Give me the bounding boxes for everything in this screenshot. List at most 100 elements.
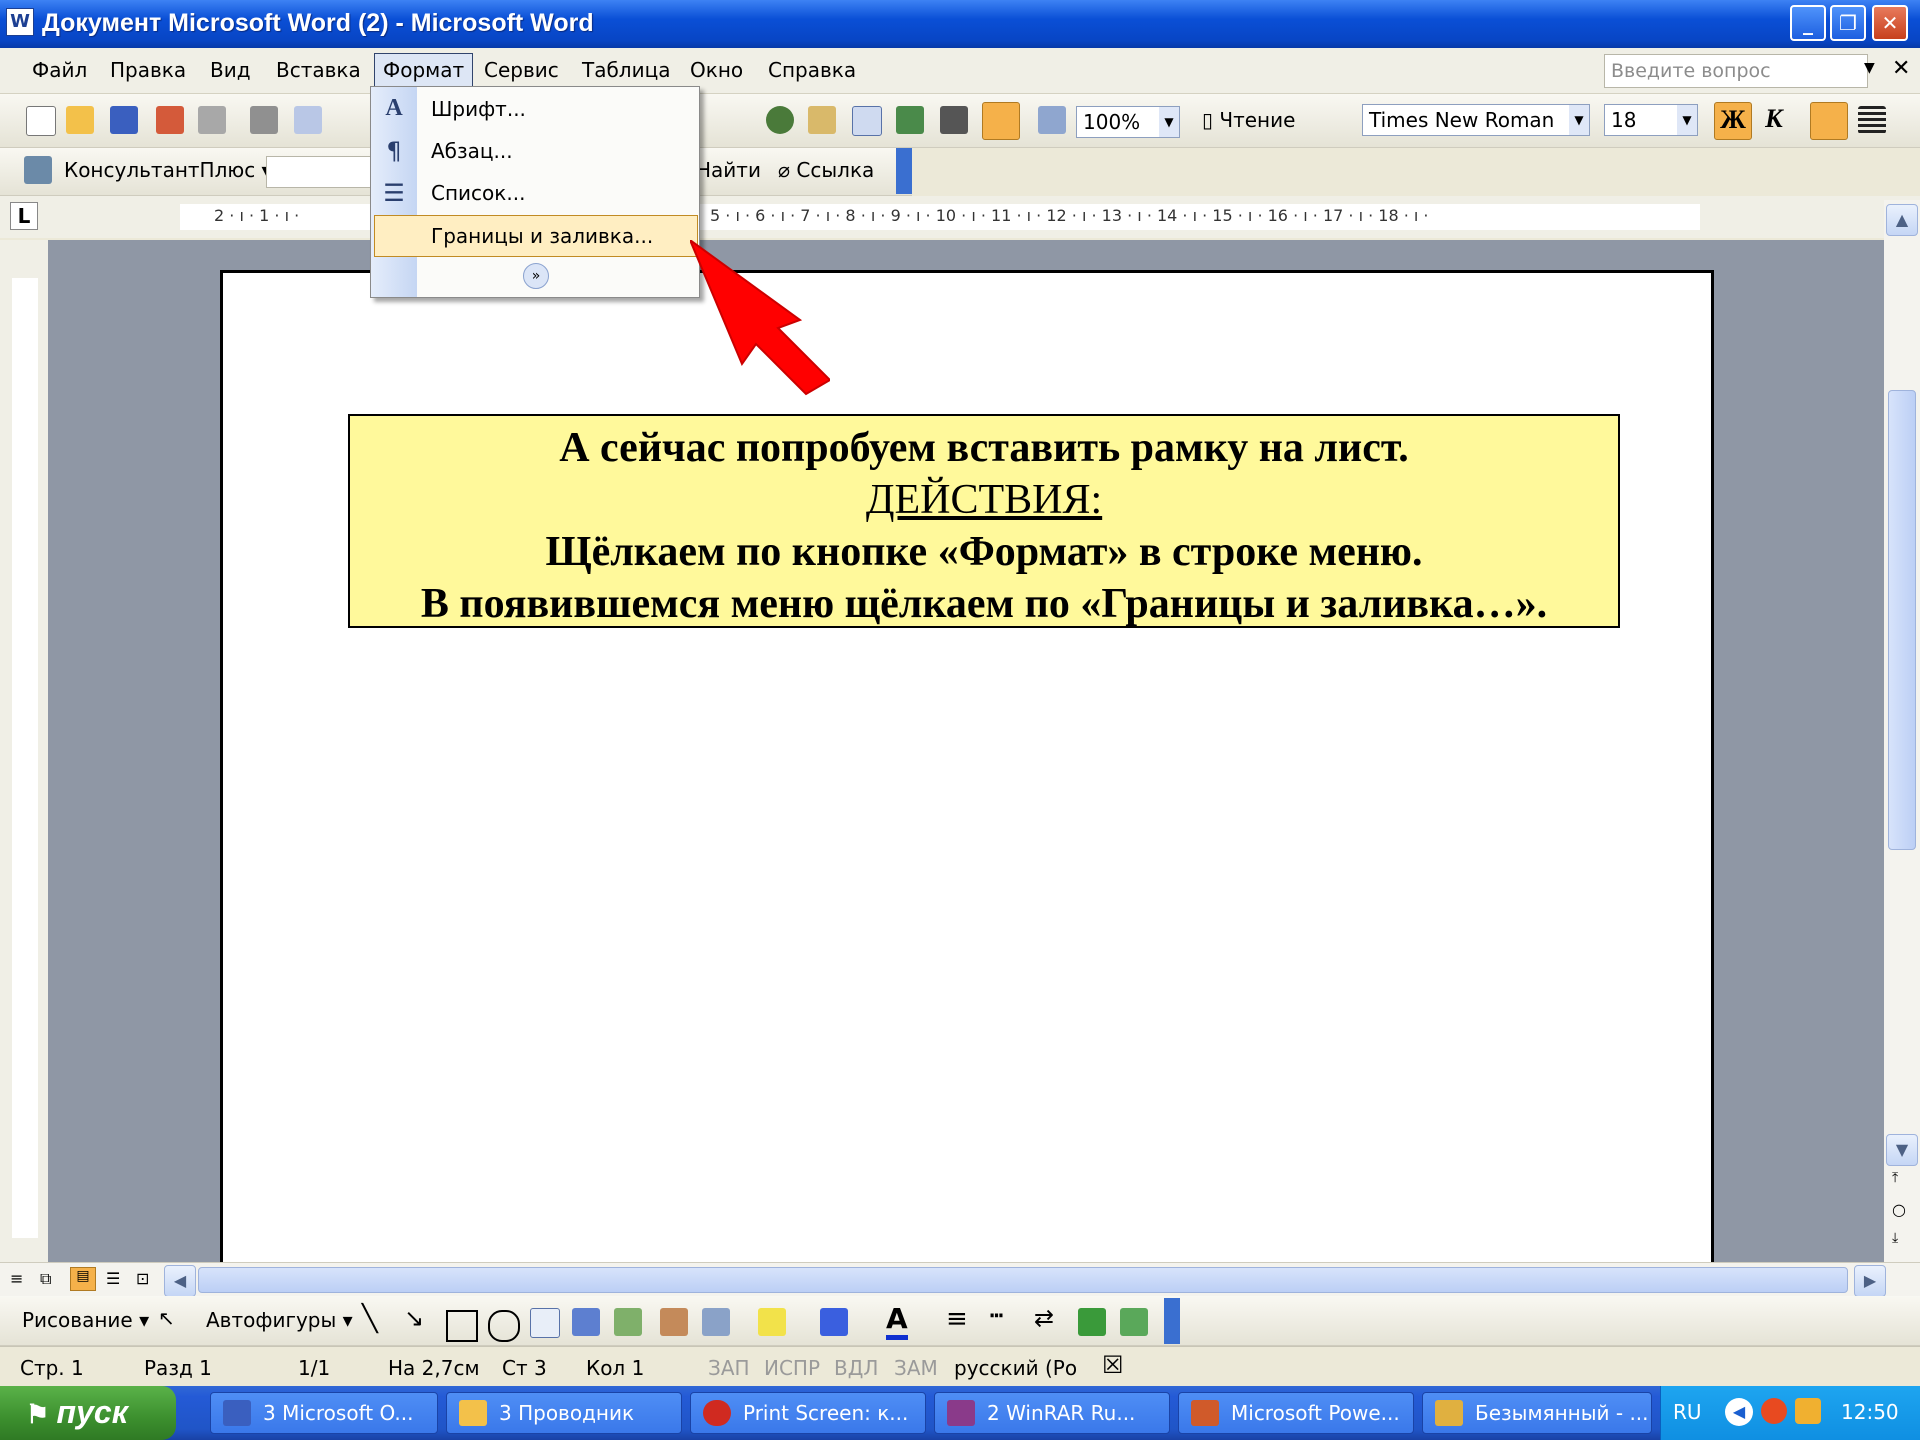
oval-icon[interactable]	[488, 1310, 520, 1342]
horizontal-scroll-thumb[interactable]	[198, 1267, 1848, 1293]
line-icon[interactable]: ╲	[362, 1304, 378, 1334]
dash-style-icon[interactable]: ┅	[990, 1304, 1003, 1329]
hyperlink-icon[interactable]	[766, 106, 794, 134]
open-folder-icon[interactable]	[66, 106, 94, 134]
drawing-menu[interactable]: Рисование ▾	[22, 1308, 149, 1332]
vertical-scrollbar[interactable]: ▲ ▼ ⤒ ○ ⤓	[1884, 200, 1920, 1262]
wordart-icon[interactable]	[572, 1308, 600, 1336]
menu-view[interactable]: Вид	[210, 58, 251, 82]
fill-color-icon[interactable]	[758, 1308, 786, 1336]
email-icon[interactable]	[198, 106, 226, 134]
tray-app-icon[interactable]	[1761, 1398, 1787, 1424]
next-page-icon[interactable]: ⤓	[1892, 1230, 1898, 1246]
arrow-tool-icon[interactable]: ↘	[404, 1304, 424, 1332]
font-dropdown-icon[interactable]: ▼	[1569, 105, 1589, 135]
textbox-icon[interactable]	[530, 1308, 560, 1338]
consultant-menu[interactable]: КонсультантПлюс ▾	[64, 158, 272, 182]
scroll-right-icon[interactable]: ▶	[1854, 1265, 1886, 1297]
new-document-icon[interactable]	[26, 106, 56, 136]
scroll-left-icon[interactable]: ◀	[164, 1265, 196, 1297]
task-explorer[interactable]: 3 Проводник	[446, 1392, 682, 1434]
scroll-thumb[interactable]	[1888, 390, 1916, 850]
menu-expand-icon[interactable]: »	[523, 263, 549, 289]
rectangle-icon[interactable]	[446, 1310, 478, 1342]
menu-item-paragraph[interactable]: ¶ Абзац...	[371, 131, 699, 171]
autoshapes-menu[interactable]: Автофигуры ▾	[206, 1308, 353, 1332]
close-button[interactable]: ✕	[1872, 5, 1908, 41]
clock[interactable]: 12:50	[1841, 1400, 1899, 1424]
save-icon[interactable]	[110, 106, 138, 134]
menu-tools[interactable]: Сервис	[484, 58, 559, 82]
spelling-status-icon[interactable]: ☒	[1102, 1351, 1124, 1379]
status-rec[interactable]: ЗАП	[708, 1356, 750, 1380]
arrow-style-icon[interactable]: ⇄	[1034, 1304, 1054, 1332]
italic-button[interactable]: К	[1760, 104, 1788, 133]
tray-user-icon[interactable]	[1795, 1398, 1821, 1424]
justify-button[interactable]	[1858, 106, 1886, 134]
status-language[interactable]: русский (Ро	[954, 1356, 1077, 1380]
help-dropdown-icon[interactable]: ▼	[1864, 60, 1875, 76]
document-map-icon[interactable]	[1038, 106, 1066, 134]
zoom-select[interactable]: 100% ▼	[1076, 106, 1180, 138]
framed-text-box[interactable]: А сейчас попробуем вставить рамку на лис…	[348, 414, 1620, 628]
columns-icon[interactable]	[940, 106, 968, 134]
web-view-icon[interactable]: ⧉	[40, 1269, 51, 1289]
word-app-icon[interactable]: W	[6, 8, 34, 36]
line-color-icon[interactable]	[820, 1308, 848, 1336]
language-indicator[interactable]: RU	[1673, 1400, 1702, 1424]
3d-icon[interactable]	[1120, 1308, 1148, 1336]
clipart-icon[interactable]	[660, 1308, 688, 1336]
status-ext[interactable]: ВДЛ	[834, 1356, 878, 1380]
menu-insert[interactable]: Вставка	[276, 58, 361, 82]
browse-object-icon[interactable]: ○	[1892, 1200, 1906, 1219]
insert-excel-icon[interactable]	[896, 106, 924, 134]
tray-expand-icon[interactable]: ◀	[1725, 1398, 1753, 1426]
diagram-icon[interactable]	[614, 1308, 642, 1336]
consultant-icon[interactable]	[24, 156, 52, 184]
task-opera[interactable]: Print Screen: к...	[690, 1392, 926, 1434]
toolbar-options-icon[interactable]	[896, 148, 912, 194]
close-document-icon[interactable]: ✕	[1892, 56, 1910, 81]
permission-icon[interactable]	[156, 106, 184, 134]
font-size-dropdown-icon[interactable]: ▼	[1677, 105, 1697, 135]
menu-format[interactable]: Формат	[374, 53, 474, 87]
insert-picture-icon[interactable]	[702, 1308, 730, 1336]
task-paint[interactable]: Безымянный - ...	[1422, 1392, 1652, 1434]
menu-item-borders-shading[interactable]: Границы и заливка...	[374, 215, 698, 257]
bold-button[interactable]: Ж	[1714, 102, 1752, 140]
zoom-dropdown-icon[interactable]: ▼	[1159, 107, 1179, 137]
scroll-down-icon[interactable]: ▼	[1886, 1134, 1918, 1166]
find-button[interactable]: Найти	[696, 158, 761, 182]
outline-view-icon[interactable]: ☰	[106, 1269, 120, 1288]
insert-table-icon[interactable]	[852, 106, 882, 136]
tab-selector[interactable]: L	[10, 202, 38, 230]
tables-borders-icon[interactable]	[808, 106, 836, 134]
help-question-input[interactable]: Введите вопрос	[1604, 54, 1868, 88]
start-button[interactable]: ⚑ пуск	[0, 1386, 176, 1440]
link-button[interactable]: ⌀ Ссылка	[778, 158, 874, 182]
font-select[interactable]: Times New Roman ▼	[1362, 104, 1590, 136]
reading-view-icon[interactable]: ⊡	[136, 1269, 149, 1288]
menu-table[interactable]: Таблица	[582, 58, 670, 82]
print-layout-icon[interactable]: ▤	[70, 1267, 96, 1291]
drawing-toolbar-options-icon[interactable]	[1164, 1298, 1180, 1344]
menu-window[interactable]: Окно	[690, 58, 743, 82]
task-word[interactable]: 3 Microsoft O...	[210, 1392, 438, 1434]
menu-edit[interactable]: Правка	[110, 58, 186, 82]
shadow-icon[interactable]	[1078, 1308, 1106, 1336]
minimize-button[interactable]: _	[1790, 5, 1826, 41]
menu-file[interactable]: Файл	[32, 58, 87, 82]
restore-button[interactable]: ❐	[1830, 5, 1866, 41]
previous-page-icon[interactable]: ⤒	[1892, 1170, 1898, 1186]
line-style-icon[interactable]: ≡	[946, 1304, 968, 1334]
align-center-button[interactable]	[1810, 102, 1848, 140]
normal-view-icon[interactable]: ≡	[10, 1269, 23, 1288]
reading-mode-button[interactable]: ▯ Чтение	[1202, 108, 1295, 132]
font-size-select[interactable]: 18 ▼	[1604, 104, 1698, 136]
task-powerpoint[interactable]: Microsoft Powe...	[1178, 1392, 1414, 1434]
select-objects-icon[interactable]: ↖	[158, 1306, 175, 1330]
task-winrar[interactable]: 2 WinRAR Ru...	[934, 1392, 1170, 1434]
scroll-up-icon[interactable]: ▲	[1886, 204, 1918, 236]
menu-item-font[interactable]: A Шрифт...	[371, 89, 699, 129]
drawing-toggle-icon[interactable]	[982, 102, 1020, 140]
